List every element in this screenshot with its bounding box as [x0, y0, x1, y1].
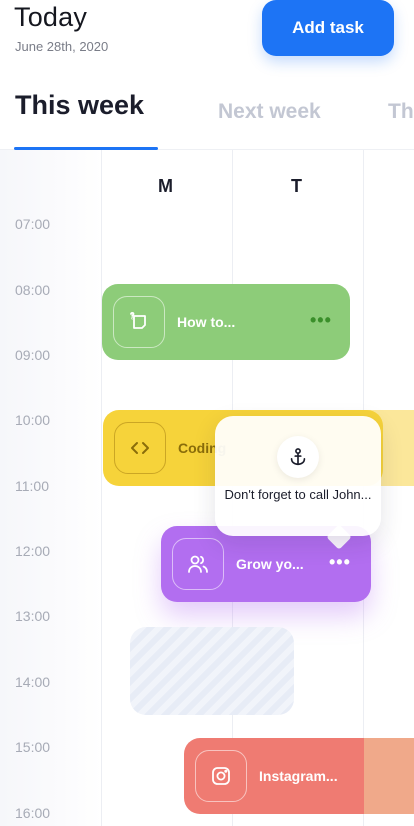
week-tabs: This week Next week Th	[0, 86, 414, 150]
time-label: 16:00	[15, 805, 51, 821]
event-title: How to...	[177, 314, 236, 330]
time-label: 15:00	[15, 739, 51, 755]
code-icon	[114, 422, 166, 474]
current-date: June 28th, 2020	[15, 39, 109, 54]
day-label-monday: M	[158, 176, 173, 196]
reminder-tooltip: Don't forget to call John...	[215, 416, 381, 536]
day-divider	[101, 150, 102, 826]
users-icon	[172, 538, 224, 590]
time-label: 08:00	[15, 282, 51, 298]
empty-slot-placeholder[interactable]	[130, 627, 294, 715]
more-options-icon[interactable]: •••	[329, 552, 351, 573]
time-label: 13:00	[15, 608, 51, 624]
header: Today June 28th, 2020 Add task	[0, 0, 414, 60]
time-label: 14:00	[15, 674, 51, 690]
event-title: Grow yo...	[236, 556, 304, 572]
time-label: 07:00	[15, 216, 51, 232]
anchor-icon	[277, 436, 319, 478]
time-column: 07:00 08:00 09:00 10:00 11:00 12:00 13:0…	[0, 150, 102, 826]
time-label: 11:00	[15, 478, 49, 494]
reminder-text: Don't forget to call John...	[224, 487, 372, 502]
instagram-icon	[195, 750, 247, 802]
event-card-instagram-extension	[364, 738, 414, 814]
add-task-button[interactable]: Add task	[262, 0, 394, 56]
day-label-tuesday: T	[291, 176, 302, 196]
time-label: 09:00	[15, 347, 51, 363]
time-label: 12:00	[15, 543, 51, 559]
tab-next-week[interactable]: Next week	[218, 100, 321, 124]
time-label: 10:00	[15, 412, 51, 428]
task-icon	[113, 296, 165, 348]
event-card-howto[interactable]: How to... •••	[102, 284, 350, 360]
page-title: Today	[14, 2, 88, 32]
tab-third-week[interactable]: Th	[388, 100, 414, 124]
more-options-icon[interactable]: •••	[310, 310, 332, 331]
event-title: Instagram...	[259, 768, 338, 784]
tab-this-week[interactable]: This week	[15, 90, 144, 121]
